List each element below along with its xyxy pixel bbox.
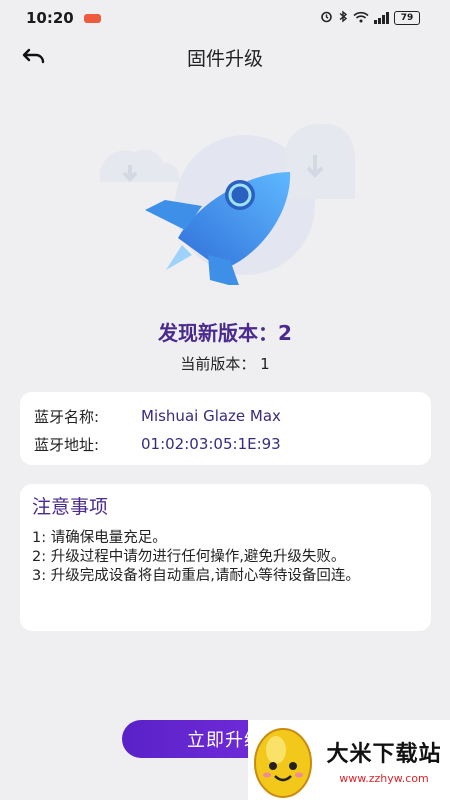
- watermark-logo-icon: [254, 728, 312, 798]
- notes-card: 注意事项 1: 请确保电量充足。 2: 升级过程中请勿进行任何操作,避免升级失败…: [20, 484, 431, 631]
- note-item: 1: 请确保电量充足。: [32, 530, 167, 546]
- battery-icon: 79: [394, 11, 420, 25]
- bluetooth-name-label: 蓝牙名称:: [34, 407, 100, 426]
- page-title: 固件升级: [186, 48, 263, 70]
- status-left: 10:20: [0, 9, 101, 27]
- app-notification-icon: [83, 13, 101, 23]
- signal-icon: [374, 12, 389, 24]
- alarm-icon: [320, 10, 333, 26]
- bluetooth-address-value: 01:02:03:05:1E:93: [141, 435, 281, 453]
- watermark-url: www.zzhyw.com: [339, 772, 429, 785]
- new-version-text: 发现新版本：2: [158, 321, 292, 345]
- bluetooth-address-row: 蓝牙地址: 01:02:03:05:1E:93: [34, 430, 417, 458]
- notes-title: 注意事项: [32, 496, 109, 518]
- bluetooth-name-value: Mishuai Glaze Max: [141, 407, 281, 425]
- watermark: 大米下载站 www.zzhyw.com: [248, 720, 450, 800]
- watermark-text: 大米下载站 www.zzhyw.com: [320, 736, 448, 785]
- bluetooth-icon: [338, 10, 348, 26]
- nav-bar: 固件升级: [0, 36, 450, 76]
- rocket-icon: [100, 123, 355, 288]
- bluetooth-info-card: 蓝牙名称: Mishuai Glaze Max 蓝牙地址: 01:02:03:0…: [20, 392, 431, 465]
- status-right: 79: [320, 10, 450, 26]
- note-item: 2: 升级过程中请勿进行任何操作,避免升级失败。: [32, 549, 346, 565]
- hero-illustration: [90, 110, 360, 288]
- status-time: 10:20: [26, 9, 74, 27]
- wifi-icon: [353, 11, 369, 26]
- note-item: 3: 升级完成设备将自动重启,请耐心等待设备回连。: [32, 568, 360, 584]
- status-bar: 10:20 79: [0, 0, 450, 36]
- bluetooth-address-label: 蓝牙地址:: [34, 435, 100, 454]
- current-version-text: 当前版本： 1: [180, 355, 270, 373]
- watermark-name: 大米下载站: [326, 742, 442, 767]
- bluetooth-name-row: 蓝牙名称: Mishuai Glaze Max: [34, 402, 417, 430]
